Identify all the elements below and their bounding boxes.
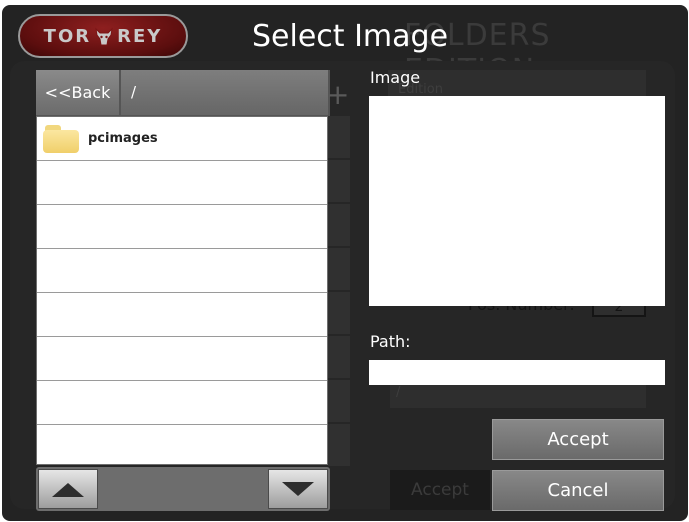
triangle-down-icon [282, 482, 314, 496]
path-label: Path: [370, 332, 411, 351]
background-list-row [328, 248, 350, 290]
image-preview [369, 96, 665, 306]
list-item-empty[interactable] [37, 381, 327, 425]
list-item-empty[interactable] [37, 205, 327, 249]
background-list-row [328, 160, 350, 202]
list-item-empty[interactable] [37, 337, 327, 381]
triangle-up-icon [52, 483, 84, 497]
background-list-row [328, 204, 350, 246]
path-input[interactable] [369, 360, 665, 385]
accept-button[interactable]: Accept [492, 419, 664, 460]
image-label: Image [370, 68, 421, 87]
dialog-title: Select Image [252, 19, 449, 54]
torrey-logo: TOR REY [18, 14, 188, 58]
background-list-row [328, 424, 350, 466]
list-item-empty[interactable] [37, 425, 327, 469]
logo-text-left: TOR [43, 25, 92, 47]
file-list: pcimages [36, 116, 328, 469]
folder-icon [43, 125, 79, 153]
list-item-empty[interactable] [37, 293, 327, 337]
list-item-empty[interactable] [37, 161, 327, 205]
scroll-up-button[interactable] [38, 469, 98, 509]
back-button[interactable]: <<Back [36, 70, 119, 115]
background-accept-button: Accept [390, 470, 490, 510]
background-list-row [328, 380, 350, 422]
current-path-display: / [121, 70, 328, 115]
bull-emblem-icon [95, 27, 113, 46]
scroll-down-button[interactable] [268, 469, 328, 509]
list-item-empty[interactable] [37, 249, 327, 293]
cancel-button[interactable]: Cancel [492, 470, 664, 511]
add-icon: + [326, 78, 350, 111]
folder-name: pcimages [88, 131, 158, 146]
background-list-row [328, 116, 350, 158]
background-list-row [328, 336, 350, 378]
background-list-row [328, 292, 350, 334]
list-item-folder[interactable]: pcimages [37, 117, 327, 161]
logo-text-right: REY [117, 25, 163, 47]
